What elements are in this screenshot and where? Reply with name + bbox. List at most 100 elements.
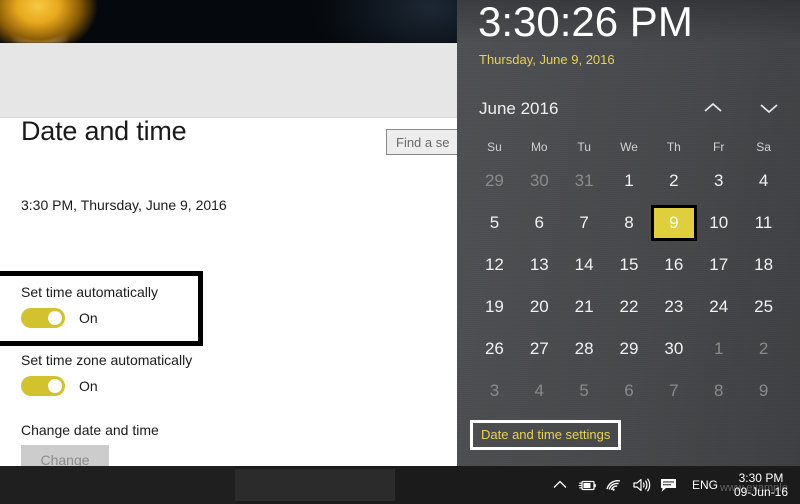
wifi-icon[interactable] [601,466,628,504]
calendar-day-today[interactable]: 9 [650,202,697,244]
calendar-day[interactable]: 29 [472,160,517,202]
calendar-day[interactable]: 18 [741,244,786,286]
calendar-day[interactable]: 2 [741,328,786,370]
calendar-day[interactable]: 9 [741,370,786,412]
settings-window-chrome [0,43,462,118]
calendar-day[interactable]: 8 [696,370,741,412]
calendar-day-header: Su [487,140,502,154]
calendar-day[interactable]: 4 [741,160,786,202]
language-indicator[interactable]: ENG [682,466,728,504]
calendar-day[interactable]: 15 [607,244,652,286]
calendar-day-number: 1 [713,339,724,358]
taskbar-window-button[interactable] [235,469,395,501]
calendar-day-number: 28 [574,339,594,358]
calendar-day-number: 14 [574,255,594,274]
calendar-day[interactable]: 7 [651,370,696,412]
page-title: Date and time [21,116,187,146]
calendar-day[interactable]: 24 [696,286,741,328]
battery-charging-icon[interactable] [574,466,601,504]
chevron-up-icon[interactable] [547,466,574,504]
calendar-day-header: Fr [713,140,725,154]
calendar-day-number: 5 [489,213,500,232]
calendar-day[interactable]: 17 [696,244,741,286]
set-time-automatically-label: Set time automatically [21,284,158,300]
taskbar-clock-date: 09-Jun-16 [733,485,788,499]
calendar-day-number: 7 [669,381,679,400]
calendar-day[interactable]: 14 [562,244,607,286]
calendar-day-number: 11 [754,213,773,232]
calendar-day-number: 18 [754,255,774,274]
calendar-day-number: 12 [484,255,504,274]
calendar-day[interactable]: 22 [607,286,652,328]
calendar-day[interactable]: 6 [607,370,652,412]
calendar-day-number: 9 [669,213,679,232]
calendar-day[interactable]: 4 [517,370,562,412]
calendar-day-header: Tu [577,140,591,154]
calendar-day-number: 4 [758,171,769,190]
calendar-day[interactable]: 11 [741,202,786,244]
annotation-highlight-settings-link: Date and time settings [470,420,622,450]
calendar-day-number: 2 [669,171,679,190]
set-timezone-automatically-toggle[interactable]: On [21,376,98,396]
calendar-day[interactable]: 27 [517,328,562,370]
calendar-day[interactable]: 21 [562,286,607,328]
calendar-day[interactable]: 26 [472,328,517,370]
calendar-day[interactable]: 13 [517,244,562,286]
calendar-day[interactable]: 30 [517,160,562,202]
toggle-switch-track[interactable] [21,376,65,396]
calendar-day[interactable]: 1 [696,328,741,370]
action-center-icon[interactable] [655,466,682,504]
calendar-day-number: 7 [579,213,589,232]
calendar-day[interactable]: 3 [696,160,741,202]
calendar-day[interactable]: 7 [562,202,607,244]
calendar-day[interactable]: 3 [472,370,517,412]
calendar-day[interactable]: 23 [651,286,696,328]
calendar-day-number: 19 [484,297,504,316]
calendar-day-number: 5 [579,381,589,400]
calendar-day-number: 13 [529,255,549,274]
toggle-switch-track[interactable] [21,308,65,328]
calendar-day[interactable]: 8 [607,202,652,244]
change-date-and-time-label: Change date and time [21,422,159,438]
search-input-text: Find a se [396,134,450,150]
calendar-day[interactable]: 31 [562,160,607,202]
calendar-day-number: 10 [709,213,729,232]
calendar-day[interactable]: 2 [651,160,696,202]
calendar-day[interactable]: 30 [651,328,696,370]
calendar-day[interactable]: 28 [562,328,607,370]
calendar-day-number: 31 [574,171,594,190]
calendar-day-number: 29 [619,339,639,358]
calendar-day[interactable]: 1 [607,160,652,202]
calendar-day-number: 1 [624,171,634,190]
flyout-clock-time: 3:30:26 PM [478,0,693,45]
calendar-day[interactable]: 25 [741,286,786,328]
calendar-day-number: 30 [664,339,684,358]
taskbar-clock[interactable]: 3:30 PM 09-Jun-16 www.example [720,466,800,504]
calendar-day[interactable]: 19 [472,286,517,328]
flyout-clock-date: Thursday, June 9, 2016 [479,52,615,67]
calendar-day-number: 2 [758,339,769,358]
calendar-day-number: 27 [529,339,549,358]
calendar-day[interactable]: 29 [607,328,652,370]
calendar-day[interactable]: 5 [562,370,607,412]
chevron-up-icon[interactable] [700,98,726,118]
volume-icon[interactable] [628,466,655,504]
set-timezone-automatically-state: On [79,378,98,394]
calendar-day[interactable]: 10 [696,202,741,244]
calendar-day-number: 20 [529,297,549,316]
chevron-down-icon[interactable] [756,98,782,118]
set-time-automatically-toggle[interactable]: On [21,308,98,328]
calendar-day[interactable]: 6 [517,202,562,244]
taskbar-clock-time: 3:30 PM [738,471,784,485]
calendar-day[interactable]: 20 [517,286,562,328]
calendar-day[interactable]: 16 [651,244,696,286]
calendar-day-number: 6 [534,213,544,232]
calendar-day[interactable]: 5 [472,202,517,244]
calendar-day-number: 21 [574,297,594,316]
toggle-switch-knob [48,379,62,393]
set-timezone-automatically-label: Set time zone automatically [21,352,193,368]
calendar-grid: Su Mo Tu We Th Fr Sa 29 30 31 1 2 3 4 5 6 7 8 9 10 11 12 13 14 1… [472,134,786,412]
calendar-nav [700,98,782,118]
date-and-time-settings-link[interactable]: Date and time settings [475,424,616,446]
calendar-day[interactable]: 12 [472,244,517,286]
